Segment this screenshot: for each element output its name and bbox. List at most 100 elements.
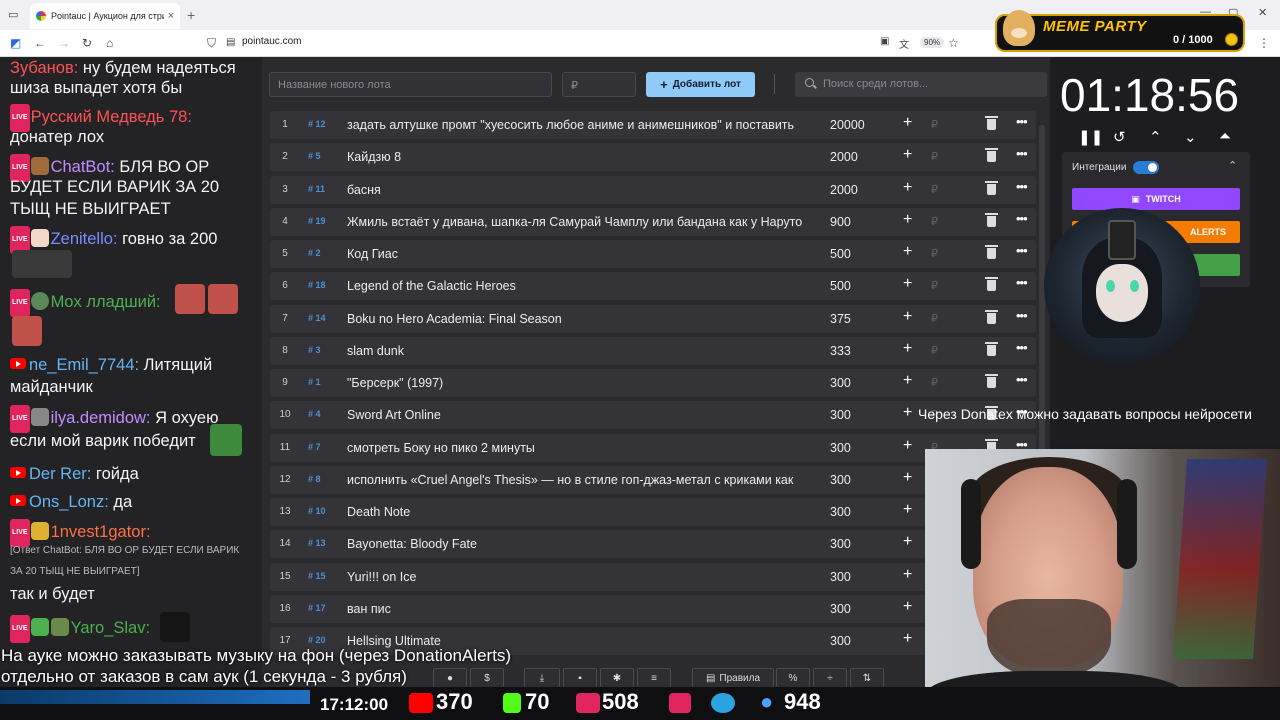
- delete-icon[interactable]: [985, 116, 998, 130]
- delete-icon[interactable]: [985, 309, 998, 324]
- reset-icon[interactable]: ↺: [1113, 128, 1126, 146]
- lot-name[interactable]: смотреть Боку но пико 2 минуты: [347, 441, 815, 455]
- double-up-icon[interactable]: ⏶: [1219, 128, 1231, 145]
- lot-row[interactable]: 1 # 12 задать алтушке промт "хуесосить люб…: [270, 111, 1036, 139]
- add-amount-icon[interactable]: +: [903, 179, 912, 197]
- lot-row[interactable]: 15# 15Yuri!!! on Ice300+₽•••: [270, 562, 1036, 591]
- reader-icon[interactable]: ▣: [880, 36, 889, 47]
- lot-name[interactable]: исполнить «Cruel Angel's Thesis» — но в …: [347, 473, 815, 487]
- more-options-icon[interactable]: •••: [1016, 372, 1028, 387]
- ruble-input-icon[interactable]: ₽: [931, 344, 938, 357]
- bookmark-star-icon[interactable]: ☆: [948, 36, 959, 50]
- time-down-icon[interactable]: ⌄: [1184, 128, 1197, 146]
- translate-icon[interactable]: 文: [899, 36, 909, 51]
- lot-row[interactable]: 16# 17ван пис300+₽•••: [270, 594, 1036, 623]
- zoom-badge[interactable]: 90%: [920, 37, 945, 48]
- menu-icon[interactable]: ⋮: [1258, 36, 1270, 50]
- lot-row[interactable]: 13# 10Death Note300+₽•••: [270, 498, 1036, 526]
- bug-button[interactable]: ✱: [600, 668, 634, 688]
- add-amount-icon[interactable]: +: [903, 533, 912, 551]
- pause-icon[interactable]: ❚❚: [1078, 128, 1103, 146]
- add-amount-icon[interactable]: +: [903, 437, 912, 455]
- lot-amount-input[interactable]: ₽: [562, 72, 636, 97]
- ruble-input-icon[interactable]: ₽: [931, 247, 938, 260]
- lot-search-input[interactable]: Поиск среди лотов...: [795, 72, 1047, 97]
- add-amount-icon[interactable]: +: [903, 469, 912, 487]
- delete-icon[interactable]: [985, 374, 998, 388]
- lot-row[interactable]: 6 # 18 Legend of the Galactic Heroes 500 + ₽ •…: [270, 272, 1036, 301]
- lot-row[interactable]: 14# 13Bayonetta: Bloody Fate300+₽•••: [270, 530, 1036, 559]
- lot-name[interactable]: басня: [347, 183, 815, 197]
- lot-row[interactable]: 11 # 7 смотреть Боку но пико 2 минуты 300 + ₽…: [270, 433, 1036, 462]
- shield-icon[interactable]: ⛉: [207, 36, 216, 51]
- add-lot-button[interactable]: + Добавить лот: [646, 72, 755, 97]
- clear-button[interactable]: ≡: [637, 668, 671, 688]
- lot-name[interactable]: ван пис: [347, 602, 815, 616]
- sort-button[interactable]: ⇅: [850, 668, 884, 688]
- back-icon[interactable]: ←: [34, 36, 46, 50]
- delete-icon[interactable]: [985, 277, 998, 292]
- lot-row[interactable]: 8 # 3 slam dunk 333 + ₽ •••: [270, 336, 1036, 365]
- lot-row[interactable]: 9 # 1 "Берсерк" (1997) 300 + ₽ •••: [270, 369, 1036, 397]
- add-amount-icon[interactable]: +: [903, 114, 912, 132]
- ruble-input-icon[interactable]: ₽: [931, 183, 938, 196]
- more-options-icon[interactable]: •••: [1016, 179, 1028, 194]
- more-options-icon[interactable]: •••: [1016, 211, 1028, 226]
- extension-icon[interactable]: ◩: [10, 36, 21, 50]
- add-amount-icon[interactable]: +: [903, 598, 912, 616]
- address-bar[interactable]: pointauc.com: [242, 36, 301, 47]
- lot-row[interactable]: 4 # 19 Жмиль встаёт у дивана, шапка-ля Сам…: [270, 207, 1036, 236]
- integrations-toggle[interactable]: [1133, 161, 1159, 174]
- lot-name[interactable]: Bayonetta: Bloody Fate: [347, 537, 815, 551]
- delete-icon[interactable]: [985, 180, 998, 195]
- reload-icon[interactable]: ↻: [82, 36, 92, 50]
- twitch-button[interactable]: ▣ TWITCH: [1072, 188, 1240, 210]
- lot-name[interactable]: "Берсерк" (1997): [347, 376, 815, 390]
- add-amount-icon[interactable]: +: [903, 501, 912, 519]
- sidebar-icon[interactable]: ▭: [8, 8, 18, 21]
- ruble-input-icon[interactable]: ₽: [931, 118, 938, 131]
- add-amount-icon[interactable]: +: [903, 340, 912, 358]
- more-options-icon[interactable]: •••: [1016, 308, 1028, 323]
- percent-button[interactable]: %: [776, 668, 810, 688]
- delete-icon[interactable]: [985, 341, 998, 356]
- delete-icon[interactable]: [985, 148, 998, 163]
- split-button[interactable]: ÷: [813, 668, 847, 688]
- lot-name[interactable]: Sword Art Online: [347, 408, 815, 422]
- more-options-icon[interactable]: •••: [1016, 340, 1028, 355]
- lot-name[interactable]: Boku no Hero Academia: Final Season: [347, 312, 815, 326]
- more-options-icon[interactable]: •••: [1016, 243, 1028, 258]
- more-options-icon[interactable]: •••: [1016, 114, 1028, 129]
- time-up-icon[interactable]: ⌃: [1149, 128, 1162, 146]
- page-info-icon[interactable]: ▤: [226, 37, 235, 48]
- github-button[interactable]: ●: [433, 668, 467, 688]
- lot-row[interactable]: 3 # 11 басня 2000 + ₽ •••: [270, 175, 1036, 204]
- rules-button[interactable]: ▤ Правила: [692, 668, 774, 688]
- lot-name[interactable]: Death Note: [347, 505, 815, 519]
- add-amount-icon[interactable]: +: [903, 404, 912, 422]
- lot-name[interactable]: задать алтушке промт "хуесосить любое ан…: [347, 118, 815, 132]
- lot-name[interactable]: Жмиль встаёт у дивана, шапка-ля Самурай …: [347, 215, 815, 229]
- add-amount-icon[interactable]: +: [903, 566, 912, 584]
- add-amount-icon[interactable]: +: [903, 372, 912, 390]
- browser-tab[interactable]: Pointauc | Аукцион для стримеров ×: [30, 3, 180, 29]
- forward-icon[interactable]: →: [58, 36, 70, 50]
- close-tab-icon[interactable]: ×: [168, 10, 174, 22]
- chevron-up-icon[interactable]: ⌃: [1228, 159, 1237, 172]
- add-amount-icon[interactable]: +: [903, 211, 912, 229]
- lot-name[interactable]: Кайдзю 8: [347, 150, 815, 164]
- lot-row[interactable]: 7 # 14 Boku no Hero Academia: Final Season…: [270, 304, 1036, 333]
- close-window-icon[interactable]: ✕: [1258, 6, 1267, 19]
- delete-icon[interactable]: [985, 212, 998, 227]
- add-amount-icon[interactable]: +: [903, 146, 912, 164]
- download-button[interactable]: ⤓: [524, 668, 560, 688]
- lot-row[interactable]: 5 # 2 Код Гиас 500 + ₽ •••: [270, 240, 1036, 268]
- ruble-input-icon[interactable]: ₽: [931, 150, 938, 163]
- add-amount-icon[interactable]: +: [903, 630, 912, 648]
- add-amount-icon[interactable]: +: [903, 243, 912, 261]
- lot-row[interactable]: 2 # 5 Кайдзю 8 2000 + ₽ •••: [270, 143, 1036, 172]
- ruble-input-icon[interactable]: ₽: [931, 376, 938, 389]
- more-options-icon[interactable]: •••: [1016, 275, 1028, 290]
- donate-button[interactable]: $: [470, 668, 504, 688]
- lot-name[interactable]: Yuri!!! on Ice: [347, 570, 815, 584]
